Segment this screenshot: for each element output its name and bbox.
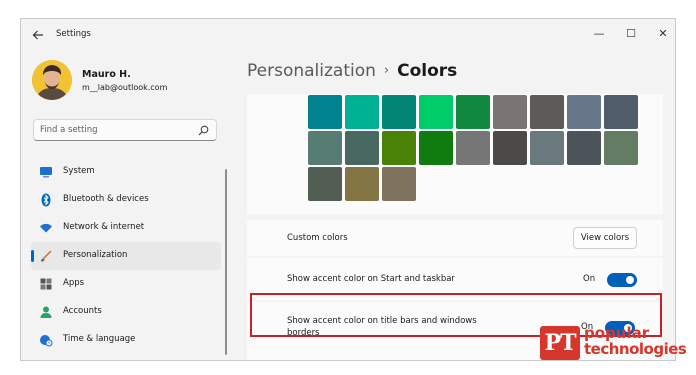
sidebar-item-label: Accounts: [63, 306, 102, 316]
close-button[interactable]: ✕: [651, 24, 675, 44]
person-icon: [40, 306, 52, 318]
accent-color-swatch[interactable]: [308, 95, 342, 129]
globe-clock-icon: [40, 335, 53, 347]
sidebar-item-label: Personalization: [63, 250, 128, 260]
accent-color-swatch[interactable]: [456, 95, 490, 129]
sidebar-item-label: Network & internet: [63, 222, 145, 232]
sidebar-item-time-language[interactable]: Time & language: [31, 326, 221, 354]
accent-color-swatch[interactable]: [382, 131, 416, 165]
arrow-left-icon: [32, 30, 43, 40]
chevron-right-icon: ›: [383, 63, 390, 78]
accent-color-swatch[interactable]: [567, 95, 601, 129]
sidebar-scrollbar[interactable]: [225, 169, 227, 355]
accent-color-swatch[interactable]: [419, 131, 453, 165]
accent-color-swatch[interactable]: [530, 95, 564, 129]
accent-color-swatch[interactable]: [345, 95, 379, 129]
accent-color-grid: [247, 94, 663, 214]
app-title: Settings: [56, 29, 91, 39]
custom-colors-label: Custom colors: [287, 233, 348, 243]
page-title: Colors: [397, 61, 458, 81]
accent-color-swatch[interactable]: [382, 95, 416, 129]
user-name: Mauro H.: [82, 69, 131, 80]
minimize-button[interactable]: —: [587, 24, 611, 44]
sidebar-item-system[interactable]: System: [31, 158, 221, 186]
title-bar: Settings — ☐ ✕: [21, 19, 675, 51]
accent-color-swatch[interactable]: [604, 131, 638, 165]
accent-color-swatch[interactable]: [493, 95, 527, 129]
accent-color-swatch[interactable]: [308, 131, 342, 165]
user-email: m__lab@outlook.com: [82, 83, 168, 92]
accent-start-taskbar-toggle[interactable]: [607, 273, 637, 287]
watermark-line2: technologies: [584, 340, 687, 358]
sidebar-item-personalization[interactable]: Personalization: [31, 242, 221, 270]
sidebar-item-accounts[interactable]: Accounts: [31, 298, 221, 326]
sidebar-item-label: System: [63, 166, 95, 176]
accent-color-swatch[interactable]: [493, 131, 527, 165]
sidebar-nav: System Bluetooth & devices Network & int…: [31, 158, 221, 354]
accent-color-swatch[interactable]: [604, 95, 638, 129]
active-indicator: [31, 250, 34, 262]
apps-icon: [40, 278, 52, 290]
sidebar-item-label: Bluetooth & devices: [63, 194, 149, 204]
wifi-icon: [40, 223, 52, 233]
avatar: [32, 60, 72, 100]
maximize-button[interactable]: ☐: [619, 24, 643, 44]
search-box[interactable]: [33, 119, 217, 141]
accent-color-swatch[interactable]: [382, 167, 416, 201]
sidebar-item-apps[interactable]: Apps: [31, 270, 221, 298]
search-icon: [198, 125, 209, 136]
bluetooth-icon: [41, 193, 51, 207]
toggle-knob: [626, 276, 634, 284]
monitor-icon: [40, 167, 52, 178]
accent-color-swatch[interactable]: [308, 167, 342, 201]
accent-color-swatch[interactable]: [345, 131, 379, 165]
sidebar-item-label: Apps: [63, 278, 85, 288]
accent-color-swatch[interactable]: [419, 95, 453, 129]
accent-color-swatch[interactable]: [345, 167, 379, 201]
search-input[interactable]: [40, 123, 190, 137]
accent-color-swatch[interactable]: [567, 131, 601, 165]
accent-color-swatch[interactable]: [456, 131, 490, 165]
close-icon: ✕: [658, 27, 668, 40]
accent-color-swatch[interactable]: [530, 131, 564, 165]
custom-colors-row: Custom colors View colors: [247, 220, 663, 256]
accent-start-taskbar-label: Show accent color on Start and taskbar: [287, 274, 455, 284]
watermark-logo: PT: [540, 326, 580, 360]
breadcrumb: Personalization › Colors: [247, 61, 457, 81]
view-colors-button[interactable]: View colors: [573, 227, 637, 249]
sidebar-item-label: Time & language: [63, 334, 136, 344]
sidebar-item-bluetooth[interactable]: Bluetooth & devices: [31, 186, 221, 214]
breadcrumb-parent[interactable]: Personalization: [247, 61, 376, 81]
back-button[interactable]: [30, 27, 46, 43]
maximize-icon: ☐: [626, 27, 636, 40]
sidebar-item-network[interactable]: Network & internet: [31, 214, 221, 242]
toggle-state-label: On: [583, 274, 596, 284]
brush-icon: [41, 250, 52, 262]
minimize-icon: —: [593, 27, 605, 40]
watermark: PT popular technologies: [540, 322, 690, 372]
